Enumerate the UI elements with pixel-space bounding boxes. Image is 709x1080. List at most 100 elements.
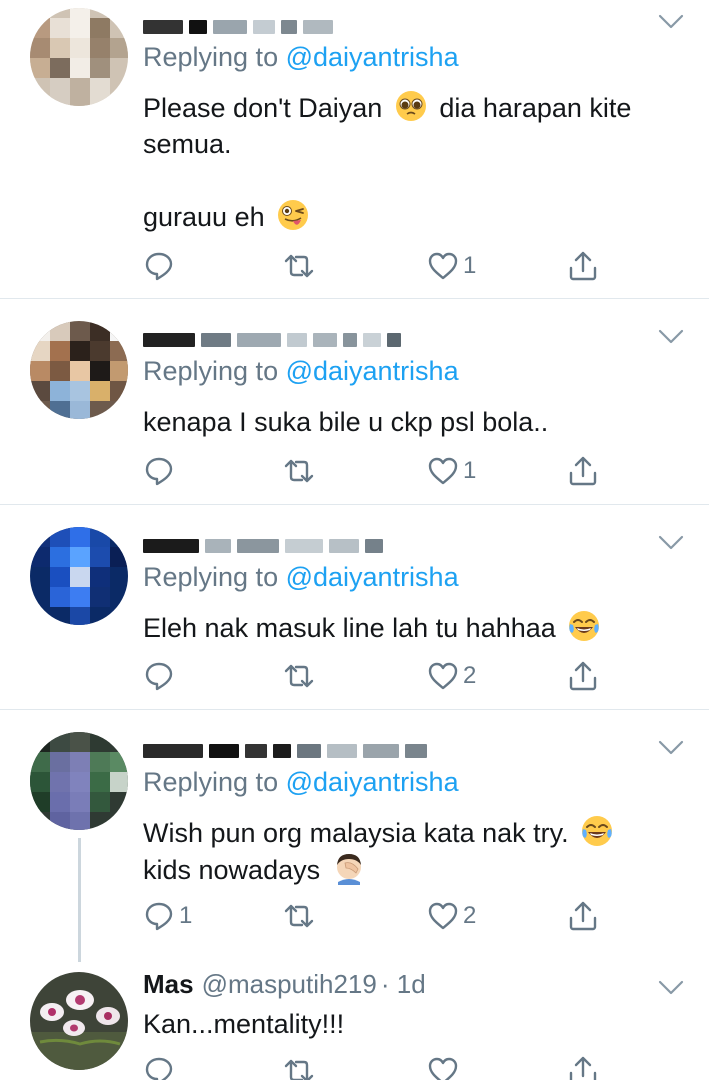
- reply-button[interactable]: 1: [143, 899, 192, 933]
- retweet-button[interactable]: [283, 454, 315, 488]
- tweet-2[interactable]: Replying to @daiyantrisha kenapa I suka …: [0, 299, 709, 504]
- retweet-icon: [283, 1055, 315, 1080]
- tweet-1[interactable]: Replying to @daiyantrisha Please don't D…: [0, 0, 709, 298]
- mention-link[interactable]: @daiyantrisha: [286, 356, 459, 386]
- tweet-actions: 1: [143, 454, 623, 488]
- share-icon: [567, 660, 599, 692]
- chevron-down-icon[interactable]: [658, 14, 684, 30]
- text-line: Eleh nak masuk line lah tu hahhaa: [143, 613, 564, 643]
- like-count: 1: [463, 457, 477, 484]
- retweet-icon: [283, 250, 315, 282]
- reply-button[interactable]: [143, 659, 179, 693]
- chevron-down-icon[interactable]: [658, 740, 684, 756]
- tweet-actions: [143, 1054, 623, 1080]
- share-button[interactable]: [567, 454, 599, 488]
- text-line: [143, 162, 631, 198]
- replying-prefix: Replying to: [143, 42, 286, 72]
- replying-to: Replying to @daiyantrisha: [143, 767, 459, 798]
- tweet-actions: 1 2: [143, 899, 623, 933]
- heart-icon: [427, 1055, 459, 1080]
- avatar[interactable]: [30, 972, 128, 1070]
- thread-connector: [78, 838, 81, 962]
- chevron-down-icon[interactable]: [658, 535, 684, 551]
- tweet-time[interactable]: · 1d: [381, 969, 426, 1000]
- replying-to: Replying to @daiyantrisha: [143, 562, 459, 593]
- retweet-icon: [283, 660, 315, 692]
- replying-to: Replying to @daiyantrisha: [143, 42, 459, 73]
- heart-icon: [427, 455, 459, 487]
- mention-link[interactable]: @daiyantrisha: [286, 562, 459, 592]
- tweet-text: Kan...mentality!!!: [143, 1006, 344, 1042]
- heart-icon: [427, 250, 459, 282]
- chevron-down-icon[interactable]: [658, 329, 684, 345]
- winking-face-tongue-icon: [276, 198, 310, 232]
- like-button[interactable]: 2: [427, 659, 476, 693]
- share-icon: [567, 455, 599, 487]
- text-line: semua.: [143, 129, 232, 159]
- like-button[interactable]: [427, 1054, 459, 1080]
- share-button[interactable]: [567, 249, 599, 283]
- author-header[interactable]: [143, 724, 433, 758]
- like-count: 2: [463, 662, 477, 689]
- text-line: Kan...mentality!!!: [143, 1009, 345, 1039]
- reply-icon: [143, 1055, 175, 1080]
- like-button[interactable]: 2: [427, 899, 476, 933]
- text-line: dia harapan kite: [431, 93, 632, 123]
- share-button[interactable]: [567, 1054, 599, 1080]
- retweet-button[interactable]: [283, 659, 315, 693]
- share-button[interactable]: [567, 899, 599, 933]
- author-header[interactable]: Mas @masputih219 · 1d: [143, 966, 426, 1000]
- share-icon: [567, 1055, 599, 1080]
- heart-icon: [427, 900, 459, 932]
- reply-button[interactable]: [143, 1054, 175, 1080]
- facepalm-icon: [332, 851, 366, 885]
- like-count: 1: [463, 252, 477, 279]
- text-line: kenapa I suka bile u ckp psl bola..: [143, 407, 549, 437]
- replying-prefix: Replying to: [143, 356, 286, 386]
- tweet-text: Eleh nak masuk line lah tu hahhaa: [143, 609, 605, 646]
- tears-of-joy-icon: [580, 814, 614, 848]
- like-count: 2: [463, 902, 477, 929]
- mention-link[interactable]: @daiyantrisha: [286, 42, 459, 72]
- share-button[interactable]: [567, 659, 599, 693]
- author-header[interactable]: [143, 0, 339, 34]
- avatar[interactable]: [30, 732, 128, 830]
- heart-icon: [427, 660, 459, 692]
- retweet-button[interactable]: [283, 899, 315, 933]
- text-line: Please don't Daiyan: [143, 93, 390, 123]
- chevron-down-icon[interactable]: [658, 980, 684, 996]
- like-button[interactable]: 1: [427, 454, 476, 488]
- author-header[interactable]: [143, 313, 407, 347]
- text-line: gurauu eh: [143, 202, 273, 232]
- share-icon: [567, 250, 599, 282]
- author-name[interactable]: Mas: [143, 969, 194, 1000]
- avatar[interactable]: [30, 321, 128, 419]
- text-line: kids nowadays: [143, 855, 328, 885]
- reply-icon: [143, 250, 175, 282]
- avatar[interactable]: [30, 527, 128, 625]
- retweet-button[interactable]: [283, 1054, 315, 1080]
- reply-button[interactable]: [143, 249, 179, 283]
- retweet-button[interactable]: [283, 249, 315, 283]
- pleading-face-icon: [394, 89, 428, 123]
- replying-prefix: Replying to: [143, 562, 286, 592]
- reply-count: 1: [179, 902, 193, 929]
- avatar[interactable]: [30, 8, 128, 106]
- tweet-actions: 1: [143, 249, 623, 283]
- tweet-3[interactable]: Replying to @daiyantrisha Eleh nak masuk…: [0, 505, 709, 709]
- replying-prefix: Replying to: [143, 767, 286, 797]
- tweet-text: Wish pun org malaysia kata nak try. kids…: [143, 814, 618, 888]
- author-handle[interactable]: @masputih219: [202, 969, 377, 1000]
- author-header[interactable]: [143, 519, 389, 553]
- reply-icon: [143, 900, 175, 932]
- like-button[interactable]: 1: [427, 249, 476, 283]
- mention-link[interactable]: @daiyantrisha: [286, 767, 459, 797]
- tweet-5[interactable]: Mas @masputih219 · 1d Kan...mentality!!!: [0, 962, 709, 1080]
- reply-icon: [143, 455, 175, 487]
- tweet-text: kenapa I suka bile u ckp psl bola..: [143, 404, 548, 440]
- reply-button[interactable]: [143, 454, 179, 488]
- reply-icon: [143, 660, 175, 692]
- replying-to: Replying to @daiyantrisha: [143, 356, 459, 387]
- share-icon: [567, 900, 599, 932]
- tweet-4[interactable]: Replying to @daiyantrisha Wish pun org m…: [0, 710, 709, 962]
